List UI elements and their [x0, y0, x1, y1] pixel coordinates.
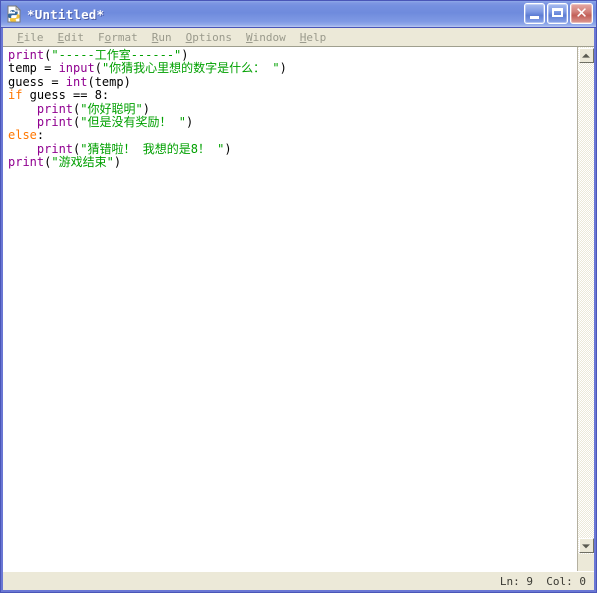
code-token-builtin: input: [58, 61, 95, 76]
code-token-string: "但是没有奖励！ ": [80, 115, 186, 130]
chevron-down-icon: [582, 543, 590, 548]
python-idle-icon: [5, 5, 23, 23]
menu-item-run[interactable]: Run: [145, 29, 179, 46]
code-token-plain: ): [185, 115, 194, 130]
menu-item-format[interactable]: Format: [91, 29, 145, 46]
scroll-down-button[interactable]: [578, 538, 594, 553]
code-line: guess = int(temp): [8, 74, 577, 89]
code-token-keyword: else: [8, 128, 37, 143]
horizontal-scroll-row: [3, 554, 594, 571]
code-line: if guess == 8:: [8, 89, 577, 102]
scroll-up-button[interactable]: [578, 48, 594, 63]
code-token-string: "你好聪明": [80, 101, 143, 116]
window-client-area: File Edit Format Run Options Window Help…: [3, 28, 594, 590]
code-line: print("游戏结束"): [8, 156, 577, 169]
code-token-plain: (: [94, 61, 102, 76]
menu-item-edit[interactable]: Edit: [51, 29, 92, 46]
caption-buttons: ✕: [524, 3, 593, 24]
code-token-string: "游戏结束": [51, 155, 114, 170]
close-button[interactable]: ✕: [570, 3, 593, 24]
minimize-button[interactable]: [524, 3, 545, 24]
code-token-plain: ): [113, 155, 122, 170]
code-token-builtin: print: [8, 155, 45, 170]
code-token-plain: guess == 8:: [22, 88, 110, 103]
cursor-position-indicator: Ln: 9 Col: 0: [499, 574, 586, 588]
code-line: else:: [8, 129, 577, 142]
menu-bar: File Edit Format Run Options Window Help: [3, 28, 594, 47]
code-token-plain: ): [224, 141, 232, 156]
code-text-area[interactable]: print("-----工作室------") temp = input("你猜我…: [3, 47, 577, 554]
menu-item-help[interactable]: Help: [293, 29, 334, 46]
close-icon: ✕: [575, 4, 588, 22]
code-token-builtin: print: [36, 141, 74, 156]
code-token-string: "你猜我心里想的数字是什么： ": [101, 61, 280, 76]
code-token-builtin: print: [36, 101, 74, 116]
code-token-builtin: print: [36, 115, 74, 130]
code-token-plain: :: [36, 128, 45, 143]
vertical-scrollbar[interactable]: [577, 47, 594, 554]
code-token-string: "-----工作室------": [51, 48, 182, 62]
title-bar[interactable]: *Untitled* ✕: [1, 1, 596, 28]
code-token-plain: ): [181, 48, 189, 62]
code-token-string: "猜错啦！ 我想的是8！ ": [80, 141, 225, 156]
menu-item-file[interactable]: File: [10, 29, 51, 46]
code-token-plain: ): [279, 61, 287, 76]
code-line: print("但是没有奖励！ "): [8, 115, 577, 130]
status-bar: Ln: 9 Col: 0: [3, 571, 594, 590]
idle-editor-window: *Untitled* ✕ File Edit Format Run Option…: [0, 0, 597, 593]
code-line: print("猜错啦！ 我想的是8！ "): [8, 141, 577, 156]
chevron-up-icon: [582, 53, 590, 58]
menu-item-options[interactable]: Options: [179, 29, 239, 46]
code-token-keyword: if: [8, 88, 23, 103]
code-token-plain: temp =: [8, 61, 59, 76]
code-token-plain: (temp): [87, 74, 131, 89]
code-token-plain: guess =: [8, 74, 66, 89]
code-token-plain: ): [142, 101, 150, 116]
scrollbar-corner: [577, 554, 594, 571]
window-title: *Untitled*: [27, 6, 105, 22]
code-token-builtin: print: [8, 48, 45, 62]
menu-item-window[interactable]: Window: [239, 29, 293, 46]
maximize-button[interactable]: [547, 3, 568, 24]
code-token-builtin: int: [65, 74, 88, 89]
code-line: temp = input("你猜我心里想的数字是什么： "): [8, 62, 577, 75]
editor-row: print("-----工作室------") temp = input("你猜我…: [3, 47, 594, 554]
horizontal-scroll-filler: [3, 554, 577, 571]
